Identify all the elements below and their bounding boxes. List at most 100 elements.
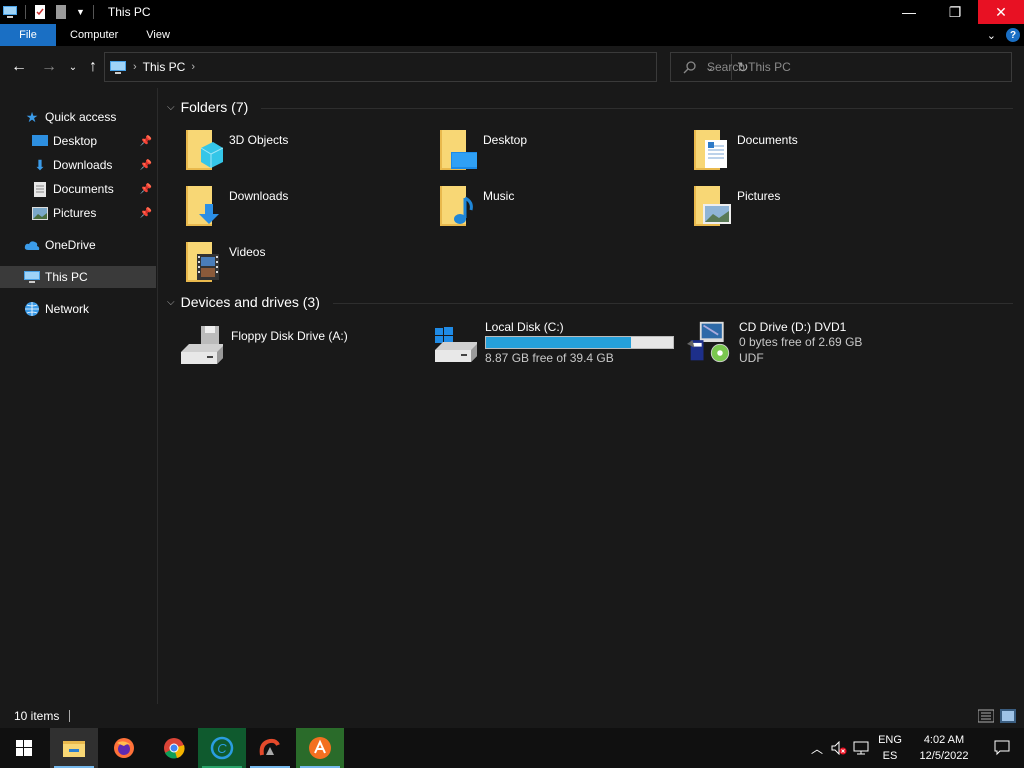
- breadcrumb-this-pc[interactable]: This PC: [143, 60, 186, 74]
- pin-icon[interactable]: 📌: [140, 160, 152, 171]
- up-arrow-icon[interactable]: ↑: [84, 58, 102, 76]
- nav-pictures[interactable]: Pictures 📌: [0, 202, 156, 224]
- forward-arrow-icon[interactable]: →: [40, 58, 58, 76]
- new-folder-icon[interactable]: [53, 4, 69, 20]
- taskbar-file-explorer[interactable]: [50, 728, 98, 768]
- folder-music[interactable]: Music: [437, 184, 514, 228]
- network-icon: [24, 301, 40, 317]
- ccleaner-icon: [259, 738, 280, 756]
- network-tray-icon[interactable]: [850, 728, 872, 768]
- taskbar-ccleaner[interactable]: [246, 728, 294, 768]
- back-arrow-icon[interactable]: ←: [10, 58, 28, 76]
- folder-label: Music: [483, 189, 515, 203]
- pictures-folder-icon: [694, 186, 731, 226]
- maximize-button[interactable]: ❐: [932, 0, 978, 24]
- windows-drive-icon: [435, 327, 477, 362]
- pin-icon[interactable]: 📌: [140, 184, 152, 195]
- documents-folder-icon: [694, 130, 727, 170]
- nav-onedrive[interactable]: OneDrive: [0, 234, 156, 256]
- 3d-objects-folder-icon: [186, 130, 223, 170]
- show-hidden-icons-chevron-icon[interactable]: ︿: [806, 728, 828, 768]
- drive-cd-d[interactable]: CD Drive (D:) DVD1 0 bytes free of 2.69 …: [685, 320, 862, 366]
- taskbar-firefox[interactable]: [100, 728, 148, 768]
- folder-desktop[interactable]: Desktop: [437, 128, 527, 172]
- group-title: Folders (7): [180, 99, 249, 115]
- avast-icon: [309, 737, 331, 759]
- address-bar[interactable]: › This PC › ⌄ ↻: [104, 52, 749, 82]
- breadcrumb-chevron-icon[interactable]: ›: [133, 61, 137, 73]
- nav-downloads[interactable]: ⬇ Downloads 📌: [0, 154, 156, 176]
- close-button[interactable]: ✕: [978, 0, 1024, 24]
- clock-date: 12/5/2022: [919, 750, 969, 762]
- drive-free-space: 0 bytes free of 2.69 GB: [739, 335, 863, 349]
- folder-label: Videos: [229, 245, 266, 259]
- expand-ribbon-icon[interactable]: ⌄: [987, 29, 996, 42]
- floppy-drive-icon: [181, 326, 223, 364]
- navigation-pane: ★ Quick access Desktop 📌 ⬇ Downloads 📌 D…: [0, 88, 158, 704]
- tab-file[interactable]: File: [0, 24, 56, 46]
- taskbar-ccleaner-browser[interactable]: C: [198, 728, 246, 768]
- ribbon-tabs: File Computer View ⌄ ?: [0, 24, 1024, 46]
- c-app-icon: C: [210, 736, 234, 760]
- search-placeholder: Search This PC: [707, 60, 791, 74]
- recent-locations-icon[interactable]: ⌄: [64, 58, 82, 76]
- folder-pictures[interactable]: Pictures: [691, 184, 780, 228]
- nav-label: OneDrive: [45, 238, 96, 252]
- taskbar-chrome[interactable]: [150, 728, 198, 768]
- star-icon: ★: [25, 108, 39, 125]
- separator: [25, 5, 26, 19]
- this-pc-icon: [3, 6, 17, 18]
- nav-documents[interactable]: Documents 📌: [0, 178, 156, 200]
- document-icon: [32, 181, 48, 197]
- svg-text:C: C: [217, 741, 227, 756]
- customize-qa-dropdown-icon[interactable]: ▼: [76, 7, 85, 17]
- folder-videos[interactable]: Videos: [183, 240, 265, 284]
- volume-muted-icon[interactable]: [828, 728, 850, 768]
- status-bar: 10 items: [0, 704, 1024, 728]
- chevron-down-icon[interactable]: ⌵: [167, 102, 175, 113]
- help-icon[interactable]: ?: [1006, 28, 1020, 42]
- folder-label: Desktop: [483, 133, 528, 147]
- minimize-button[interactable]: —: [886, 0, 932, 24]
- drive-label: Floppy Disk Drive (A:): [231, 329, 348, 343]
- taskbar-avast[interactable]: [296, 728, 344, 768]
- drive-free-space: 8.87 GB free of 39.4 GB: [485, 351, 614, 365]
- drive-local-c[interactable]: Local Disk (C:) 8.87 GB free of 39.4 GB: [433, 320, 674, 366]
- details-view-icon[interactable]: [978, 709, 994, 723]
- clock-time: 4:02 AM: [923, 734, 965, 746]
- language-indicator[interactable]: ENG ES: [872, 732, 908, 764]
- cloud-icon: [24, 237, 40, 253]
- drive-floppy[interactable]: Floppy Disk Drive (A:): [179, 324, 348, 368]
- tab-view[interactable]: View: [132, 24, 184, 46]
- item-count: 10 items: [14, 709, 60, 723]
- quick-access-toolbar: ▼: [0, 0, 100, 24]
- folder-3d-objects[interactable]: 3D Objects: [183, 128, 288, 172]
- tab-computer[interactable]: Computer: [56, 24, 132, 46]
- this-pc-icon: [110, 61, 126, 74]
- folder-documents[interactable]: Documents: [691, 128, 798, 172]
- pin-icon[interactable]: 📌: [140, 136, 152, 147]
- breadcrumb-chevron-icon[interactable]: ›: [191, 61, 195, 73]
- navigation-row: ← → ⌄ ↑ › This PC › ⌄ ↻ Search This PC: [0, 46, 1024, 88]
- start-button[interactable]: [0, 728, 48, 768]
- nav-label: Documents: [53, 182, 114, 196]
- folders-group-header[interactable]: ⌵ Folders (7): [167, 99, 248, 115]
- nav-this-pc[interactable]: This PC: [0, 266, 156, 288]
- action-center-icon[interactable]: [980, 728, 1024, 768]
- folder-downloads[interactable]: Downloads: [183, 184, 288, 228]
- folder-label: 3D Objects: [229, 133, 289, 147]
- chevron-down-icon[interactable]: ⌵: [167, 297, 175, 308]
- properties-icon[interactable]: [32, 4, 48, 20]
- search-box[interactable]: Search This PC: [670, 52, 1012, 82]
- nav-network[interactable]: Network: [0, 298, 156, 320]
- file-explorer-icon: [63, 741, 85, 757]
- clock[interactable]: 4:02 AM 12/5/2022: [908, 732, 980, 764]
- devices-group-header[interactable]: ⌵ Devices and drives (3): [167, 294, 320, 310]
- pin-icon[interactable]: 📌: [140, 208, 152, 219]
- folder-label: Downloads: [229, 189, 289, 203]
- group-divider: [261, 108, 1013, 109]
- nav-quick-access[interactable]: ★ Quick access: [0, 106, 156, 128]
- nav-desktop[interactable]: Desktop 📌: [0, 130, 156, 152]
- large-icons-view-icon[interactable]: [1000, 709, 1016, 723]
- separator: [92, 5, 94, 19]
